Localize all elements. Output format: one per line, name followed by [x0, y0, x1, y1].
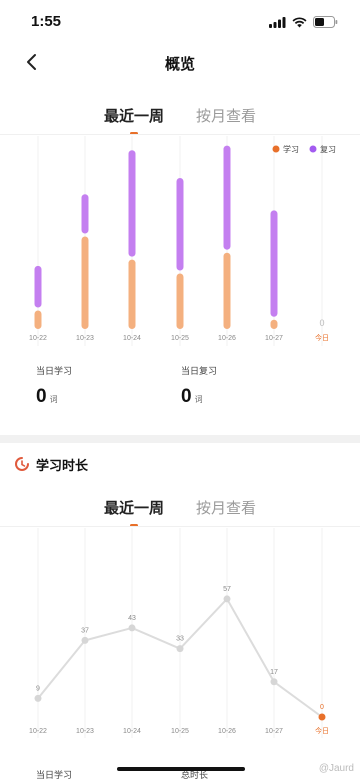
tab-by-month[interactable]: 按月查看: [186, 105, 266, 126]
bar-review: [81, 194, 89, 234]
bar-review: [223, 145, 231, 250]
bar-review: [176, 178, 184, 271]
data-point: [34, 694, 42, 702]
x-tick-label: 10-27: [265, 728, 283, 735]
legend-review-swatch: [309, 145, 317, 153]
x-tick-label: 10-23: [76, 335, 94, 342]
stat-today-review: 当日复习 0词: [181, 364, 217, 408]
bar-review: [128, 150, 136, 257]
watermark: @Jaurd: [318, 763, 354, 774]
data-point: [318, 713, 326, 721]
data-label: 0: [320, 704, 324, 711]
stat-unit: 词: [49, 395, 58, 404]
today-value-label: 0: [319, 318, 324, 328]
x-tick-label: 10-22: [29, 728, 47, 735]
tab-by-month[interactable]: 按月查看: [186, 497, 266, 518]
stat-today-learn-value-row: 0词: [36, 386, 72, 408]
x-tick-label: 10-25: [171, 335, 189, 342]
x-tick-label: 10-26: [218, 728, 236, 735]
tab-recent-week[interactable]: 最近一周: [94, 497, 174, 518]
study-duration-title: 学习时长: [36, 458, 89, 473]
stat-today-learn-label: 当日学习: [36, 366, 73, 376]
x-tick-label: 10-24: [123, 728, 141, 735]
data-label: 33: [176, 636, 184, 643]
stat-unit: 词: [194, 395, 203, 404]
bar-learn: [34, 310, 42, 329]
bar-learn: [270, 319, 278, 329]
page-title: 概览: [164, 56, 195, 73]
bar-learn: [128, 259, 136, 329]
x-tick-label: 今日: [315, 333, 329, 342]
data-label: 37: [81, 627, 89, 634]
stat-today-review-value-row: 0词: [181, 386, 217, 408]
legend-learn-swatch: [272, 145, 280, 153]
data-label: 43: [128, 615, 136, 622]
study-duration-line-chart: 9 37 43 33 57 17 0 10-22 10-23 10-24 10-25 10-26 10…: [0, 526, 360, 738]
data-label: 57: [223, 586, 231, 593]
status-time: 1:55: [31, 13, 62, 30]
legend-learn-label: 学习: [283, 144, 299, 154]
x-tick-label: 10-25: [171, 728, 189, 735]
duration-icon: [15, 457, 29, 471]
stat-today-review-value: 0: [181, 386, 192, 407]
data-label: 17: [270, 669, 278, 676]
bar-learn: [176, 273, 184, 329]
duration-today-learn-label: 当日学习: [36, 770, 73, 779]
data-point: [176, 645, 184, 653]
word-count-bar-chart: 0 10-22 10-23 10-24 10-25 10-26 10-27 今日 学习 复习: [0, 134, 360, 346]
stat-today-review-label: 当日复习: [181, 366, 218, 376]
battery-icon: [313, 16, 338, 28]
bar-review: [34, 265, 42, 308]
bar-learn: [81, 236, 89, 329]
stat-today-learn-value: 0: [36, 386, 47, 407]
data-point: [270, 678, 278, 686]
bar-learn: [223, 252, 231, 329]
stat-today-learn: 当日学习 0词: [36, 364, 72, 408]
x-tick-label: 10-23: [76, 728, 94, 735]
status-icons: [269, 16, 338, 28]
study-duration-header: 学习时长: [0, 449, 360, 479]
home-indicator: [117, 767, 245, 771]
legend-review-label: 复习: [320, 144, 336, 154]
section-divider: [0, 435, 360, 443]
tab-recent-week[interactable]: 最近一周: [94, 105, 174, 126]
data-point: [81, 636, 89, 644]
x-tick-label: 10-26: [218, 335, 236, 342]
status-bar: 1:55: [0, 0, 360, 44]
x-tick-label: 今日: [315, 726, 329, 735]
wifi-icon: [292, 16, 307, 27]
data-point: [223, 595, 231, 603]
bar-review: [270, 210, 278, 317]
x-tick-label: 10-24: [123, 335, 141, 342]
legend: 学习 复习: [272, 144, 336, 154]
data-label: 9: [36, 685, 40, 692]
nav-bar: 概览: [0, 44, 360, 80]
x-tick-label: 10-22: [29, 335, 47, 342]
data-point: [128, 624, 136, 632]
x-tick-label: 10-27: [265, 335, 283, 342]
signal-icon: [269, 16, 286, 28]
